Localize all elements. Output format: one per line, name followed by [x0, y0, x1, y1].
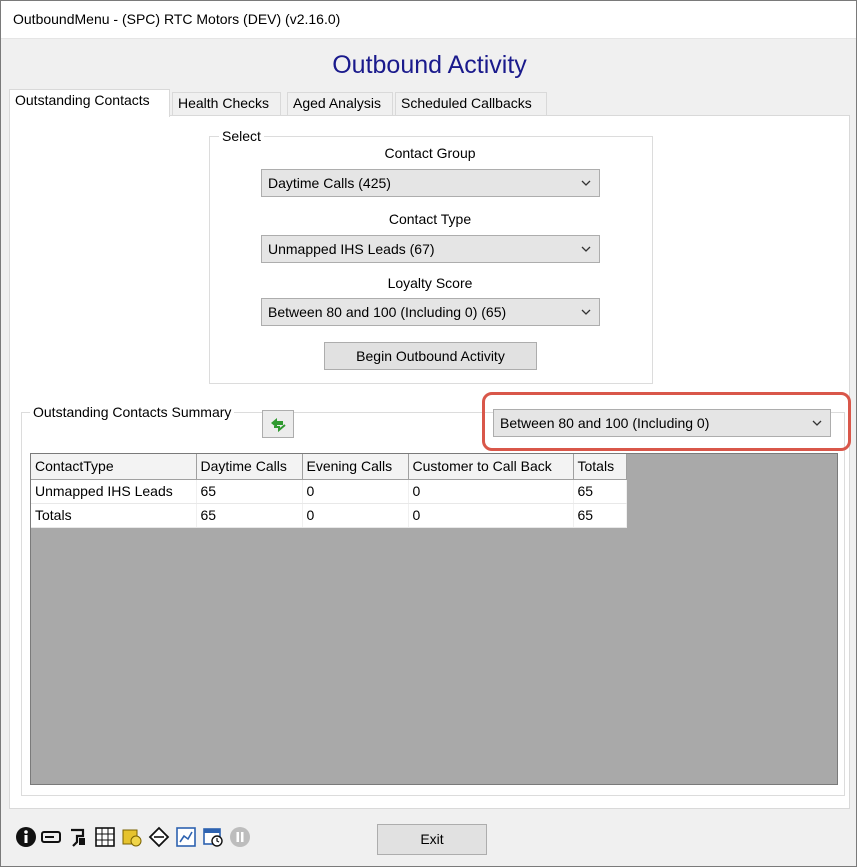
chevron-down-icon [581, 246, 591, 252]
grid-table-icon[interactable] [94, 826, 116, 848]
contact-type-label: Contact Type [388, 211, 472, 227]
window-title: OutboundMenu - (SPC) RTC Motors (DEV) (v… [13, 11, 341, 27]
tools-diamond-icon[interactable] [148, 826, 170, 848]
contact-type-value: Unmapped IHS Leads (67) [268, 241, 435, 257]
exit-button[interactable]: Exit [377, 824, 487, 855]
tab-scheduled-callbacks[interactable]: Scheduled Callbacks [395, 92, 547, 116]
cable-plug-icon[interactable] [67, 826, 89, 848]
refresh-button[interactable] [262, 410, 294, 438]
pause-disabled-icon[interactable] [229, 826, 251, 848]
page-title: Outbound Activity [332, 51, 527, 79]
refresh-icon [271, 418, 286, 433]
column-header-customer-to-call-back[interactable]: Customer to Call Back [408, 454, 574, 480]
tab-health-checks[interactable]: Health Checks [172, 92, 281, 116]
calendar-clock-icon[interactable] [202, 826, 224, 848]
table-row[interactable]: Unmapped IHS Leads 65 0 0 65 [31, 479, 627, 504]
chart-report-icon[interactable] [175, 826, 197, 848]
highlight-annotation [482, 392, 851, 451]
summary-data-grid[interactable]: ContactType Daytime Calls Evening Calls … [30, 453, 838, 785]
column-header-daytime-calls[interactable]: Daytime Calls [196, 454, 303, 480]
begin-outbound-activity-button[interactable]: Begin Outbound Activity [324, 342, 537, 370]
table-cell[interactable]: 0 [302, 479, 409, 504]
table-cell[interactable]: 0 [408, 479, 574, 504]
column-header-evening-calls[interactable]: Evening Calls [302, 454, 409, 480]
chevron-down-icon [581, 180, 591, 186]
column-header-contacttype[interactable]: ContactType [31, 454, 197, 480]
table-header-row: ContactType Daytime Calls Evening Calls … [31, 454, 627, 480]
summary-table: ContactType Daytime Calls Evening Calls … [31, 454, 627, 528]
tab-aged-analysis[interactable]: Aged Analysis [287, 92, 393, 116]
table-cell[interactable]: 65 [573, 503, 627, 528]
keycard-icon[interactable] [40, 826, 62, 848]
contact-group-select[interactable]: Daytime Calls (425) [261, 169, 600, 197]
contact-group-label: Contact Group [384, 145, 476, 161]
loyalty-score-select[interactable]: Between 80 and 100 (Including 0) (65) [261, 298, 600, 326]
column-header-totals[interactable]: Totals [573, 454, 627, 480]
info-icon[interactable] [15, 826, 37, 848]
table-cell[interactable]: 0 [408, 503, 574, 528]
summary-groupbox-legend: Outstanding Contacts Summary [30, 404, 235, 420]
app-window: OutboundMenu - (SPC) RTC Motors (DEV) (v… [0, 0, 857, 867]
select-groupbox-legend: Select [219, 128, 264, 144]
loyalty-score-label: Loyalty Score [387, 275, 473, 291]
contact-group-value: Daytime Calls (425) [268, 175, 391, 191]
table-cell[interactable]: 65 [196, 503, 303, 528]
table-cell[interactable]: Totals [31, 503, 197, 528]
loyalty-score-value: Between 80 and 100 (Including 0) (65) [268, 304, 507, 320]
table-cell[interactable]: 0 [302, 503, 409, 528]
contact-type-select[interactable]: Unmapped IHS Leads (67) [261, 235, 600, 263]
table-row[interactable]: Totals 65 0 0 65 [31, 503, 627, 528]
money-icon[interactable] [121, 826, 143, 848]
table-cell[interactable]: 65 [573, 479, 627, 504]
table-cell[interactable]: 65 [196, 479, 303, 504]
table-cell[interactable]: Unmapped IHS Leads [31, 479, 197, 504]
chevron-down-icon [581, 309, 591, 315]
title-bar[interactable]: OutboundMenu - (SPC) RTC Motors (DEV) (v… [1, 1, 856, 39]
tab-outstanding-contacts[interactable]: Outstanding Contacts [9, 89, 170, 117]
